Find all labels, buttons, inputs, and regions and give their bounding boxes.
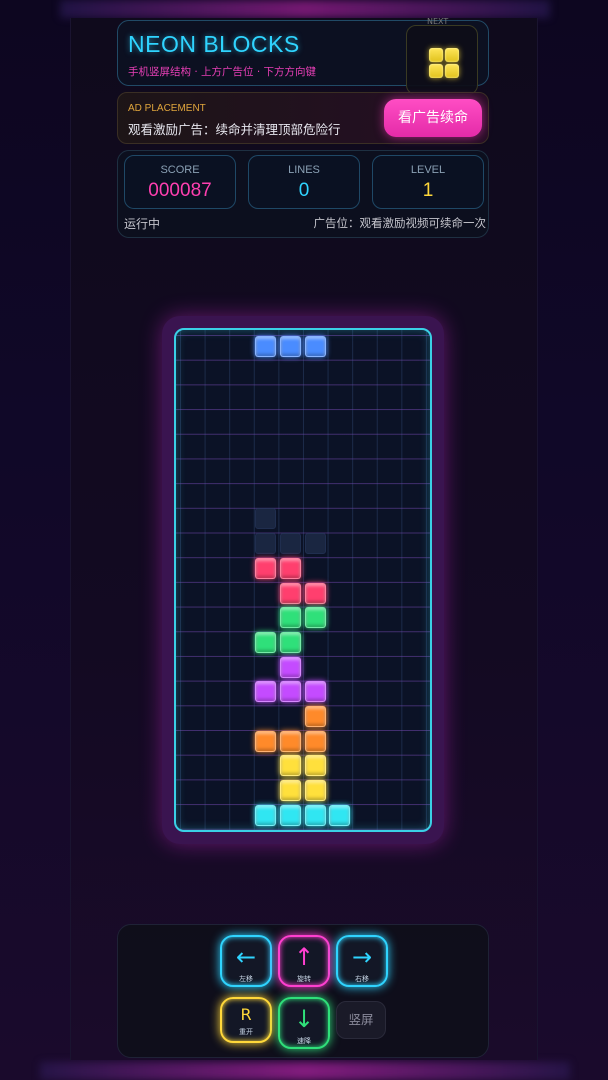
bottom-glow — [40, 1062, 570, 1080]
score-box: SCORE 000087 — [124, 155, 236, 209]
ghost-cell — [255, 508, 277, 530]
locked-block-orange — [255, 730, 277, 752]
game-subtitle: 手机竖屏结构 · 上方广告位 · 下方方向键 — [128, 66, 317, 78]
lines-title: LINES — [288, 164, 320, 176]
rotate-label: 旋转 — [297, 975, 311, 983]
next-piece-cell — [445, 48, 459, 62]
top-glow — [60, 0, 550, 18]
lines-value: 0 — [298, 180, 310, 201]
next-piece-cell — [429, 64, 443, 78]
soft-drop-button[interactable]: ↓ 速降 — [278, 997, 330, 1049]
next-piece-cell — [429, 48, 443, 62]
locked-block-cyan — [279, 804, 301, 826]
arrow-left-icon: ← — [235, 943, 257, 971]
locked-block-purple — [255, 681, 277, 703]
locked-block-orange — [279, 730, 301, 752]
restart-icon: R — [240, 1005, 252, 1024]
locked-block-yellow — [304, 780, 326, 802]
ad-placement: AD PLACEMENT 观看激励广告：续命并清理顶部危险行 看广告续命 — [117, 92, 489, 144]
locked-block-yellow — [279, 755, 301, 777]
next-piece-cell — [445, 64, 459, 78]
game-title: NEON BLOCKS — [128, 31, 300, 57]
locked-block-orange — [304, 730, 326, 752]
locked-block-cyan — [329, 804, 351, 826]
lines-box: LINES 0 — [248, 155, 360, 209]
active-piece-block — [304, 335, 326, 357]
control-pad: ← 左移 ↑ 旋转 → 右移 R 重开 ↓ 速降 竖屏 — [117, 924, 489, 1058]
move-right-button[interactable]: → 右移 — [336, 935, 388, 987]
portrait-label: 竖屏 — [348, 1012, 374, 1027]
locked-block-purple — [279, 681, 301, 703]
locked-block-yellow — [279, 780, 301, 802]
move-right-label: 右移 — [355, 975, 369, 983]
locked-block-orange — [304, 706, 326, 727]
arrow-up-icon: ↑ — [293, 943, 315, 971]
score-title: SCORE — [160, 164, 200, 176]
portrait-toggle-button[interactable]: 竖屏 — [336, 1001, 386, 1039]
locked-block-green — [255, 631, 277, 653]
locked-block-red — [279, 557, 301, 579]
ghost-cell — [279, 533, 301, 555]
ghost-cell — [255, 533, 277, 555]
locked-block-red — [255, 557, 277, 579]
move-left-label: 左移 — [239, 975, 253, 983]
restart-button[interactable]: R 重开 — [220, 997, 272, 1043]
next-piece — [429, 48, 459, 78]
move-left-button[interactable]: ← 左移 — [220, 935, 272, 987]
locked-block-green — [304, 607, 326, 629]
ghost-cell — [304, 533, 326, 555]
level-value: 1 — [422, 180, 434, 201]
level-box: LEVEL 1 — [372, 155, 484, 209]
soft-drop-label: 速降 — [297, 1037, 311, 1045]
rotate-button[interactable]: ↑ 旋转 — [278, 935, 330, 987]
locked-block-purple — [279, 656, 301, 678]
arrow-down-icon: ↓ — [293, 1005, 315, 1033]
level-title: LEVEL — [410, 164, 446, 176]
game-board[interactable] — [174, 328, 432, 832]
restart-label: 重开 — [239, 1028, 253, 1036]
locked-block-green — [279, 607, 301, 629]
ad-hint: 广告位：观看激励视频可续命一次 — [313, 216, 487, 230]
locked-block-yellow — [304, 755, 326, 777]
locked-block-green — [279, 631, 301, 653]
active-piece-block — [279, 335, 301, 357]
locked-block-red — [304, 582, 326, 604]
active-piece-block — [255, 335, 277, 357]
ad-label: AD PLACEMENT — [128, 103, 206, 114]
locked-block-cyan — [255, 804, 277, 826]
game-status: 运行中 — [124, 217, 161, 231]
locked-block-cyan — [304, 804, 326, 826]
next-piece-preview: NEXT — [406, 17, 478, 95]
game-header: NEON BLOCKS 手机竖屏结构 · 上方广告位 · 下方方向键 NEXT — [117, 17, 489, 95]
ad-description: 观看激励广告：续命并清理顶部危险行 — [128, 122, 341, 137]
arrow-right-icon: → — [351, 943, 373, 971]
locked-block-purple — [304, 681, 326, 703]
next-label: NEXT — [427, 17, 449, 26]
stats-panel: SCORE 000087 LINES 0 LEVEL 1 运行中 广告位：观看激… — [117, 150, 489, 238]
watch-ad-button[interactable]: 看广告续命 — [384, 99, 482, 137]
locked-block-red — [279, 582, 301, 604]
score-value: 000087 — [148, 180, 212, 201]
